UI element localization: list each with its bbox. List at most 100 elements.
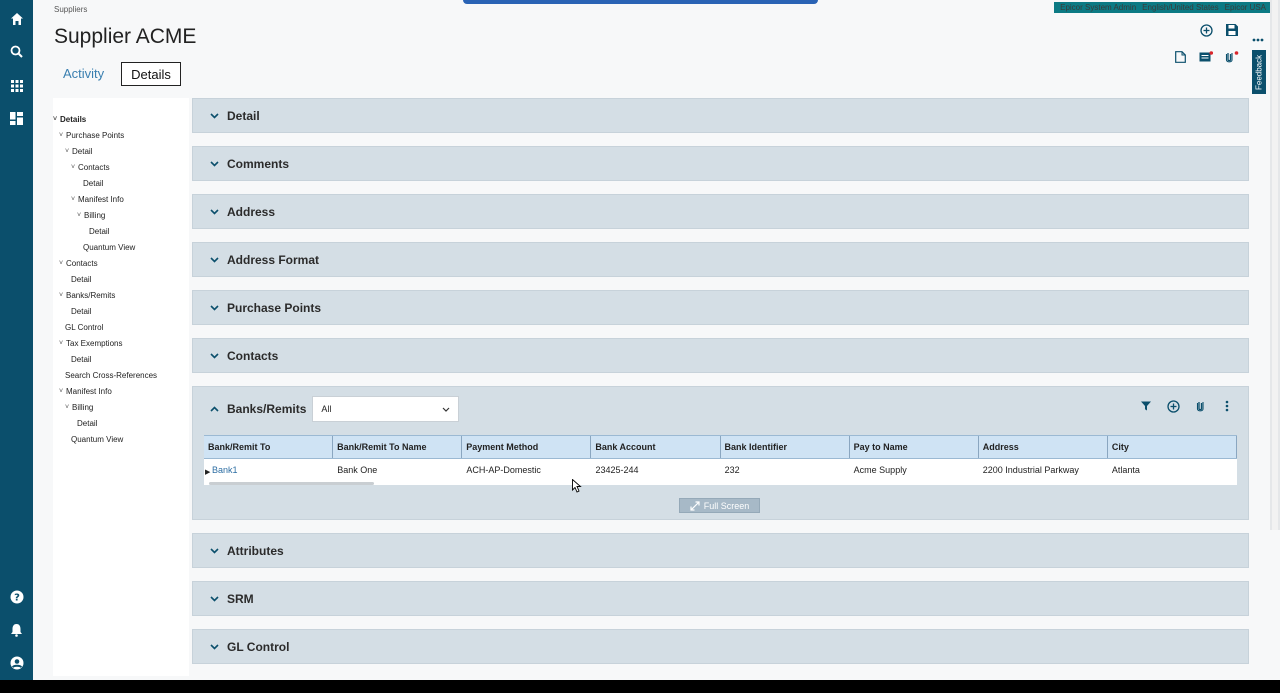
tree-item[interactable]: ˅ Manifest Info <box>53 386 189 402</box>
more-options-icon[interactable] <box>1251 33 1265 47</box>
section-title[interactable]: Attributes <box>227 544 284 558</box>
chevron-up-icon[interactable] <box>207 402 221 416</box>
bell-icon[interactable] <box>6 619 27 640</box>
table-cell[interactable]: Bank1 <box>204 459 333 484</box>
horizontal-scrollbar[interactable] <box>209 482 374 485</box>
section-title[interactable]: Address Format <box>227 253 319 267</box>
tree-item[interactable]: Quantum View <box>53 242 189 258</box>
tree-item[interactable]: Detail <box>53 418 189 434</box>
chevron-down-icon[interactable]: ˅ <box>65 146 72 158</box>
chevron-down-icon[interactable] <box>207 544 221 558</box>
tree-item[interactable]: ˅ Tax Exemptions <box>53 338 189 354</box>
session-info[interactable]: Epicor System Admin English/United State… <box>1054 2 1272 13</box>
tree-item[interactable]: ˅ Billing <box>53 210 189 226</box>
section-address-format[interactable]: Address Format <box>192 242 1249 277</box>
section-title[interactable]: Contacts <box>227 349 278 363</box>
tree-item[interactable]: ˅ Billing <box>53 402 189 418</box>
column-header[interactable]: Bank/Remit To Name <box>333 436 463 458</box>
section-purchase-points[interactable]: Purchase Points <box>192 290 1249 325</box>
tree-item[interactable]: ˅ Contacts <box>53 258 189 274</box>
tab-details[interactable]: Details <box>121 62 181 86</box>
vertical-scrollbar[interactable] <box>1270 0 1280 530</box>
column-header[interactable]: Payment Method <box>462 436 592 458</box>
chevron-down-icon[interactable]: ˅ <box>59 290 66 302</box>
chevron-down-icon[interactable]: ˅ <box>71 162 78 174</box>
tree-item[interactable]: GL Control <box>53 322 189 338</box>
banks-filter-select[interactable]: All <box>312 396 460 422</box>
column-header[interactable]: Pay to Name <box>850 436 979 458</box>
tree-item[interactable]: ˅ Banks/Remits <box>53 290 189 306</box>
column-header[interactable]: Bank Identifier <box>721 436 850 458</box>
add-row-icon[interactable] <box>1166 399 1180 413</box>
scrollbar-thumb[interactable] <box>1272 0 1278 530</box>
chevron-down-icon[interactable] <box>207 205 221 219</box>
add-new-icon[interactable] <box>1199 23 1213 37</box>
notes-icon[interactable] <box>1199 50 1213 64</box>
table-row[interactable]: Bank1 Bank One ACH-AP-Domestic 23425-244 232… <box>204 459 1237 484</box>
paperclip-icon[interactable] <box>1193 399 1207 413</box>
chevron-down-icon[interactable] <box>207 592 221 606</box>
chevron-down-icon[interactable]: ˅ <box>65 402 72 414</box>
tree-item[interactable]: ˅ Purchase Points <box>53 130 189 146</box>
section-comments[interactable]: Comments <box>192 146 1249 181</box>
tree-item[interactable]: Detail <box>53 178 189 194</box>
feedback-tab[interactable]: Feedback <box>1252 50 1266 94</box>
section-srm[interactable]: SRM <box>192 581 1249 616</box>
tree-item[interactable]: Detail <box>53 354 189 370</box>
chevron-down-icon[interactable]: ˅ <box>59 386 66 398</box>
chevron-down-icon[interactable]: ˅ <box>59 338 66 350</box>
column-header[interactable]: City <box>1108 436 1237 458</box>
user-icon[interactable] <box>6 652 27 673</box>
tree-item[interactable]: Quantum View <box>53 434 189 450</box>
dashboard-icon[interactable] <box>6 108 27 129</box>
section-address[interactable]: Address <box>192 194 1249 229</box>
chevron-down-icon[interactable] <box>207 349 221 363</box>
row-expand-icon[interactable]: ▶ <box>205 468 210 476</box>
chevron-down-icon[interactable]: ˅ <box>77 210 84 222</box>
section-title[interactable]: Comments <box>227 157 289 171</box>
tree-item[interactable]: ˅ Contacts <box>53 162 189 178</box>
save-icon[interactable] <box>1225 23 1239 37</box>
section-gl-control[interactable]: GL Control <box>192 629 1249 664</box>
section-title[interactable]: Purchase Points <box>227 301 321 315</box>
chevron-down-icon[interactable] <box>207 109 221 123</box>
section-attributes[interactable]: Attributes <box>192 533 1249 568</box>
chevron-down-icon[interactable]: ˅ <box>59 130 66 142</box>
chevron-down-icon[interactable] <box>207 301 221 315</box>
chevron-down-icon[interactable]: ˅ <box>71 194 78 206</box>
tree-item[interactable]: Detail <box>53 306 189 322</box>
apps-grid-icon[interactable] <box>6 75 27 96</box>
document-icon[interactable] <box>1173 50 1187 64</box>
attachment-icon[interactable] <box>1225 50 1239 64</box>
section-detail[interactable]: Detail <box>192 98 1249 133</box>
tree-item[interactable]: Detail <box>53 274 189 290</box>
tree-item[interactable]: Search Cross-References <box>53 370 189 386</box>
search-icon[interactable] <box>6 41 27 62</box>
column-header[interactable]: Bank Account <box>591 436 721 458</box>
section-title[interactable]: Detail <box>227 109 260 123</box>
filter-icon[interactable] <box>1139 399 1153 413</box>
tree-item[interactable]: ˅ Manifest Info <box>53 194 189 210</box>
breadcrumb[interactable]: Suppliers <box>54 5 87 14</box>
home-icon[interactable] <box>6 8 27 29</box>
tree-item[interactable]: ˅ Details <box>53 114 189 130</box>
chevron-down-icon[interactable] <box>207 253 221 267</box>
section-title[interactable]: GL Control <box>227 640 289 654</box>
banks-grid: Bank/Remit To Bank/Remit To Name Payment M… <box>204 435 1237 485</box>
tree-item[interactable]: ˅ Detail <box>53 146 189 162</box>
section-contacts[interactable]: Contacts <box>192 338 1249 373</box>
chevron-down-icon[interactable]: ˅ <box>59 258 66 270</box>
chevron-down-icon[interactable] <box>207 157 221 171</box>
help-icon[interactable]: ? <box>6 586 27 607</box>
section-title[interactable]: SRM <box>227 592 254 606</box>
chevron-down-icon[interactable] <box>207 640 221 654</box>
tree-item[interactable]: Detail <box>53 226 189 242</box>
section-title[interactable]: Address <box>227 205 275 219</box>
kebab-menu-icon[interactable] <box>1220 399 1234 413</box>
column-header[interactable]: Address <box>979 436 1108 458</box>
section-title[interactable]: Banks/Remits <box>227 402 306 416</box>
tab-activity[interactable]: Activity <box>54 62 113 86</box>
chevron-down-icon[interactable]: ˅ <box>53 114 60 126</box>
full-screen-button[interactable]: Full Screen <box>679 498 760 513</box>
column-header[interactable]: Bank/Remit To <box>204 436 334 458</box>
